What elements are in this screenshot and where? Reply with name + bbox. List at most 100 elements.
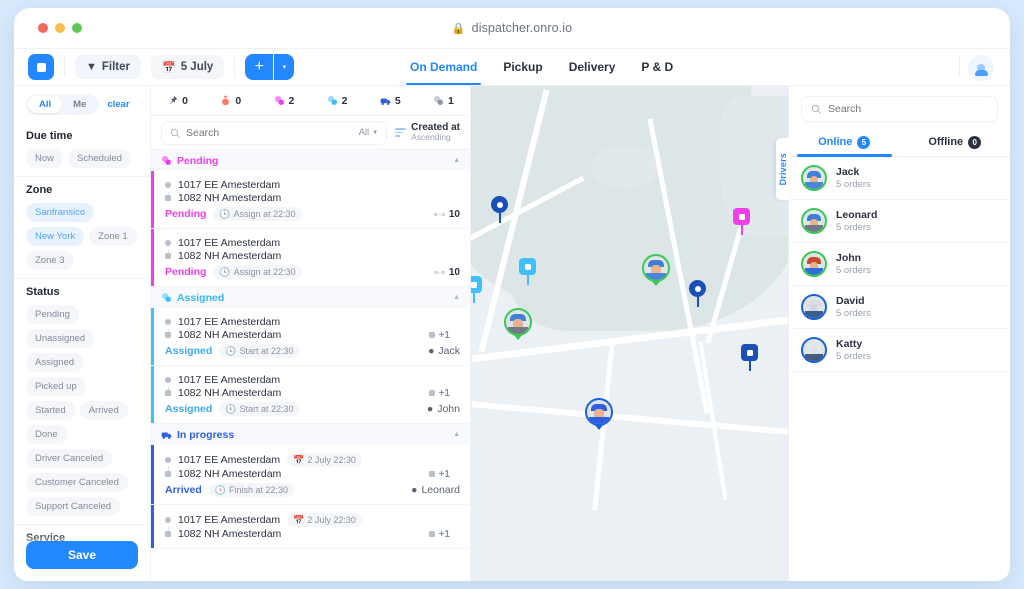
calendar-icon: 📅	[293, 515, 304, 526]
table-row[interactable]: 1017 EE Amesterdam 1082 NH Amesterdam +1…	[151, 308, 470, 366]
counter-pending[interactable]: 2	[257, 95, 310, 107]
driver-marker-2[interactable]	[504, 308, 532, 340]
clock-icon: 🕓	[219, 209, 230, 220]
driver-marker-1[interactable]	[642, 254, 670, 286]
chip-started[interactable]: Started	[26, 401, 75, 420]
chip-zone-1[interactable]: Zone 1	[89, 227, 137, 246]
counter-urgent[interactable]: 0	[204, 95, 257, 107]
order-pin-navy-2[interactable]	[689, 280, 706, 307]
square-toggle-icon[interactable]	[28, 54, 54, 80]
chip-assigned[interactable]: Assigned	[26, 353, 83, 372]
address-bar[interactable]: 🔒 dispatcher.onro.io	[14, 21, 1010, 35]
chevron-up-icon[interactable]: ▲	[453, 294, 460, 301]
orders-list[interactable]: Pending ▲ 1017 EE Amesterdam 1082 NH Ame…	[151, 150, 470, 581]
chip-zone-3[interactable]: Zone 3	[26, 251, 74, 270]
chip-group: Now Scheduled	[26, 149, 138, 168]
assigned-icon	[161, 292, 172, 303]
group-header-in-progress[interactable]: In progress ▲	[151, 424, 470, 445]
distance-indicator: 10	[434, 267, 460, 278]
chevron-up-icon[interactable]: ▲	[453, 431, 460, 438]
scope-segment-row: All Me clear	[14, 86, 150, 123]
orders-search-box[interactable]: All ▼	[161, 121, 387, 145]
tab-pickup[interactable]: Pickup	[503, 49, 542, 85]
row-meta: Arrived 🕓 Finish at 22:30 ● Leonard	[165, 483, 460, 497]
tab-offline[interactable]: Offline 0	[900, 128, 1011, 156]
table-row[interactable]: 1017 EE Amesterdam 1082 NH Amesterdam Pe…	[151, 229, 470, 287]
chip-arrived[interactable]: Arrived	[80, 401, 128, 420]
group-title: Assigned	[177, 292, 224, 304]
chevron-down-icon[interactable]: ▾	[274, 54, 294, 80]
tab-delivery[interactable]: Delivery	[569, 49, 616, 85]
list-item[interactable]: David 5 orders	[789, 286, 1010, 329]
orders-search-input[interactable]	[186, 127, 353, 139]
save-button[interactable]: Save	[26, 541, 138, 569]
table-row[interactable]: 1017 EE Amesterdam 📅 2 July 22:30 1082 N…	[151, 445, 470, 505]
add-order-button[interactable]: +	[245, 54, 273, 80]
add-order-group[interactable]: + ▾	[245, 54, 294, 80]
group-header-pending[interactable]: Pending ▲	[151, 150, 470, 171]
chip-unassigned[interactable]: Unassigned	[26, 329, 94, 348]
order-pin-magenta[interactable]	[733, 208, 750, 235]
extra-stops-badge: +1	[429, 330, 450, 341]
drivers-panel-toggle[interactable]: Drivers	[776, 138, 790, 200]
pickup-address: 1017 EE Amesterdam	[178, 237, 280, 249]
list-item[interactable]: Jack 5 orders	[789, 157, 1010, 200]
scope-segment[interactable]: All Me	[26, 94, 99, 115]
group-header-assigned[interactable]: Assigned ▲	[151, 287, 470, 308]
url-text: dispatcher.onro.io	[472, 21, 572, 35]
orders-sort-button[interactable]: Created at Ascending	[395, 122, 460, 143]
drivers-search-input[interactable]	[828, 103, 988, 115]
tab-on-demand[interactable]: On Demand	[410, 49, 477, 85]
status-badge: Arrived	[165, 484, 202, 496]
drivers-search-box[interactable]	[801, 96, 998, 122]
chip-pending[interactable]: Pending	[26, 305, 79, 324]
date-picker-button[interactable]: 📅 5 July	[151, 55, 224, 79]
pickup-address-row: 1017 EE Amesterdam 📅 2 July 22:30	[165, 513, 460, 527]
table-row[interactable]: 1017 EE Amesterdam 1082 NH Amesterdam +1…	[151, 366, 470, 424]
chip-driver-canceled[interactable]: Driver Canceled	[26, 449, 112, 468]
counter-assigned[interactable]: 2	[311, 95, 364, 107]
list-item[interactable]: John 5 orders	[789, 243, 1010, 286]
order-pin-cyan-2[interactable]	[471, 276, 482, 303]
driver-marker-3[interactable]	[585, 398, 613, 430]
tab-p-and-d[interactable]: P & D	[641, 49, 673, 85]
chip-customer-canceled[interactable]: Customer Canceled	[26, 473, 128, 492]
toolbar-divider	[64, 57, 65, 77]
status-badge: Assigned	[165, 403, 212, 415]
extra-stops-badge: +1	[429, 529, 450, 540]
scope-all[interactable]: All	[28, 96, 62, 113]
map-canvas[interactable]	[471, 86, 788, 581]
orders-filter-select[interactable]: All ▼	[359, 127, 379, 138]
chip-support-canceled[interactable]: Support Canceled	[26, 497, 120, 516]
tab-online[interactable]: Online 5	[789, 128, 900, 156]
list-item[interactable]: Katty 5 orders	[789, 329, 1010, 372]
table-row[interactable]: 1017 EE Amesterdam 📅 2 July 22:30 1082 N…	[151, 505, 470, 549]
table-row[interactable]: 1017 EE Amesterdam 1082 NH Amesterdam Pe…	[151, 171, 470, 229]
order-pin-navy-1[interactable]	[491, 196, 508, 223]
chip-group: Pending Unassigned Assigned Picked up St…	[26, 305, 138, 516]
extra-stops-badge: +1	[429, 388, 450, 399]
dropoff-square-icon	[165, 195, 171, 201]
chip-done[interactable]: Done	[26, 425, 67, 444]
toolbar-divider-3	[959, 57, 960, 77]
counter-done[interactable]: 1	[417, 95, 470, 107]
chevron-up-icon[interactable]: ▲	[453, 157, 460, 164]
scope-me[interactable]: Me	[62, 96, 97, 113]
user-avatar-icon[interactable]	[968, 55, 994, 81]
chip-group: Sanfransico New York Zone 1 Zone 3	[26, 203, 138, 270]
chip-new-york[interactable]: New York	[26, 227, 84, 246]
order-pin-navy-3[interactable]	[741, 344, 758, 371]
chip-now[interactable]: Now	[26, 149, 63, 168]
chip-sanfransico[interactable]: Sanfransico	[26, 203, 94, 222]
counter-pin[interactable]: 0	[151, 95, 204, 107]
counter-in-progress[interactable]: 5	[364, 95, 417, 107]
order-pin-cyan-1[interactable]	[519, 258, 536, 285]
list-item[interactable]: Leonard 5 orders	[789, 200, 1010, 243]
dropoff-address: 1082 NH Amesterdam	[178, 528, 281, 540]
map-water	[591, 146, 661, 188]
filter-button[interactable]: ▼ Filter	[75, 55, 141, 79]
clear-filters-button[interactable]: clear	[107, 99, 129, 110]
pickup-address: 1017 EE Amesterdam	[178, 374, 280, 386]
chip-picked-up[interactable]: Picked up	[26, 377, 86, 396]
chip-scheduled[interactable]: Scheduled	[68, 149, 131, 168]
